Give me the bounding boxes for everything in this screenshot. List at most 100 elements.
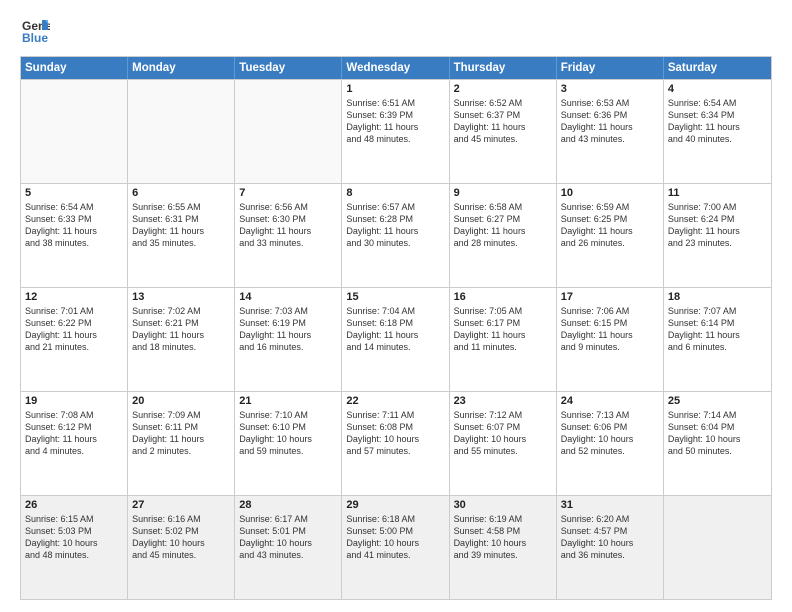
day-number: 22 [346,395,444,407]
cell-text: Sunrise: 6:56 AM Sunset: 6:30 PM Dayligh… [239,201,337,250]
calendar-cell: 14 Sunrise: 7:03 AM Sunset: 6:19 PM Dayli… [235,288,342,391]
calendar-row: 26Sunrise: 6:15 AM Sunset: 5:03 PM Dayli… [21,495,771,599]
calendar-row: 19 Sunrise: 7:08 AM Sunset: 6:12 PM Dayli… [21,391,771,495]
day-number: 19 [25,395,123,407]
day-number: 17 [561,291,659,303]
cell-text: Sunrise: 6:15 AM Sunset: 5:03 PM Dayligh… [25,513,123,562]
calendar-cell: 22Sunrise: 7:11 AM Sunset: 6:08 PM Dayli… [342,392,449,495]
calendar-cell: 23Sunrise: 7:12 AM Sunset: 6:07 PM Dayli… [450,392,557,495]
cell-text: Sunrise: 6:17 AM Sunset: 5:01 PM Dayligh… [239,513,337,562]
calendar-header: SundayMondayTuesdayWednesdayThursdayFrid… [21,57,771,79]
cell-text: Sunrise: 7:05 AM Sunset: 6:17 PM Dayligh… [454,305,552,354]
day-number: 4 [668,83,767,95]
calendar-cell: 25 Sunrise: 7:14 AM Sunset: 6:04 PM Dayli… [664,392,771,495]
calendar-cell: 27 Sunrise: 6:16 AM Sunset: 5:02 PM Dayli… [128,496,235,599]
day-number: 6 [132,187,230,199]
weekday-header: Saturday [664,57,771,79]
day-number: 8 [346,187,444,199]
cell-text: Sunrise: 7:00 AM Sunset: 6:24 PM Dayligh… [668,201,767,250]
day-number: 5 [25,187,123,199]
calendar-cell: 8 Sunrise: 6:57 AM Sunset: 6:28 PM Daylig… [342,184,449,287]
cell-text: Sunrise: 7:06 AM Sunset: 6:15 PM Dayligh… [561,305,659,354]
calendar: SundayMondayTuesdayWednesdayThursdayFrid… [20,56,772,600]
weekday-header: Sunday [21,57,128,79]
calendar-row: 5Sunrise: 6:54 AM Sunset: 6:33 PM Daylig… [21,183,771,287]
calendar-cell: 15 Sunrise: 7:04 AM Sunset: 6:18 PM Dayli… [342,288,449,391]
day-number: 27 [132,499,230,511]
day-number: 16 [454,291,552,303]
calendar-body: 1Sunrise: 6:51 AM Sunset: 6:39 PM Daylig… [21,79,771,599]
cell-text: Sunrise: 7:02 AM Sunset: 6:21 PM Dayligh… [132,305,230,354]
cell-text: Sunrise: 7:09 AM Sunset: 6:11 PM Dayligh… [132,409,230,458]
day-number: 1 [346,83,444,95]
calendar-cell: 17 Sunrise: 7:06 AM Sunset: 6:15 PM Dayli… [557,288,664,391]
cell-text: Sunrise: 7:04 AM Sunset: 6:18 PM Dayligh… [346,305,444,354]
day-number: 3 [561,83,659,95]
day-number: 14 [239,291,337,303]
cell-text: Sunrise: 7:07 AM Sunset: 6:14 PM Dayligh… [668,305,767,354]
cell-text: Sunrise: 7:14 AM Sunset: 6:04 PM Dayligh… [668,409,767,458]
calendar-cell: 18Sunrise: 7:07 AM Sunset: 6:14 PM Dayli… [664,288,771,391]
cell-text: Sunrise: 6:59 AM Sunset: 6:25 PM Dayligh… [561,201,659,250]
day-number: 25 [668,395,767,407]
day-number: 21 [239,395,337,407]
day-number: 24 [561,395,659,407]
calendar-cell: 1Sunrise: 6:51 AM Sunset: 6:39 PM Daylig… [342,80,449,183]
cell-text: Sunrise: 6:58 AM Sunset: 6:27 PM Dayligh… [454,201,552,250]
calendar-cell: 13 Sunrise: 7:02 AM Sunset: 6:21 PM Dayli… [128,288,235,391]
calendar-cell: 20 Sunrise: 7:09 AM Sunset: 6:11 PM Dayli… [128,392,235,495]
cell-text: Sunrise: 6:52 AM Sunset: 6:37 PM Dayligh… [454,97,552,146]
day-number: 20 [132,395,230,407]
cell-text: Sunrise: 6:57 AM Sunset: 6:28 PM Dayligh… [346,201,444,250]
day-number: 12 [25,291,123,303]
cell-text: Sunrise: 6:18 AM Sunset: 5:00 PM Dayligh… [346,513,444,562]
calendar-cell [21,80,128,183]
calendar-cell [664,496,771,599]
day-number: 30 [454,499,552,511]
calendar-cell: 3 Sunrise: 6:53 AM Sunset: 6:36 PM Daylig… [557,80,664,183]
calendar-cell: 24 Sunrise: 7:13 AM Sunset: 6:06 PM Dayli… [557,392,664,495]
calendar-cell: 7 Sunrise: 6:56 AM Sunset: 6:30 PM Daylig… [235,184,342,287]
day-number: 31 [561,499,659,511]
calendar-cell [235,80,342,183]
calendar-cell: 12 Sunrise: 7:01 AM Sunset: 6:22 PM Dayli… [21,288,128,391]
day-number: 13 [132,291,230,303]
calendar-cell: 30 Sunrise: 6:19 AM Sunset: 4:58 PM Dayli… [450,496,557,599]
cell-text: Sunrise: 7:13 AM Sunset: 6:06 PM Dayligh… [561,409,659,458]
cell-text: Sunrise: 6:20 AM Sunset: 4:57 PM Dayligh… [561,513,659,562]
logo-icon: General Blue [20,16,50,46]
cell-text: Sunrise: 6:16 AM Sunset: 5:02 PM Dayligh… [132,513,230,562]
cell-text: Sunrise: 7:03 AM Sunset: 6:19 PM Dayligh… [239,305,337,354]
calendar-cell: 16 Sunrise: 7:05 AM Sunset: 6:17 PM Dayli… [450,288,557,391]
header: General Blue [20,16,772,46]
calendar-cell: 19 Sunrise: 7:08 AM Sunset: 6:12 PM Dayli… [21,392,128,495]
day-number: 9 [454,187,552,199]
calendar-cell: 5Sunrise: 6:54 AM Sunset: 6:33 PM Daylig… [21,184,128,287]
page: General Blue SundayMondayTuesdayWednesda… [0,0,792,612]
cell-text: Sunrise: 7:10 AM Sunset: 6:10 PM Dayligh… [239,409,337,458]
cell-text: Sunrise: 7:08 AM Sunset: 6:12 PM Dayligh… [25,409,123,458]
weekday-header: Monday [128,57,235,79]
day-number: 29 [346,499,444,511]
cell-text: Sunrise: 6:55 AM Sunset: 6:31 PM Dayligh… [132,201,230,250]
calendar-cell: 2Sunrise: 6:52 AM Sunset: 6:37 PM Daylig… [450,80,557,183]
cell-text: Sunrise: 6:54 AM Sunset: 6:34 PM Dayligh… [668,97,767,146]
calendar-cell: 10Sunrise: 6:59 AM Sunset: 6:25 PM Dayli… [557,184,664,287]
calendar-cell: 6 Sunrise: 6:55 AM Sunset: 6:31 PM Daylig… [128,184,235,287]
calendar-cell: 21 Sunrise: 7:10 AM Sunset: 6:10 PM Dayli… [235,392,342,495]
day-number: 15 [346,291,444,303]
calendar-cell: 29 Sunrise: 6:18 AM Sunset: 5:00 PM Dayli… [342,496,449,599]
cell-text: Sunrise: 6:19 AM Sunset: 4:58 PM Dayligh… [454,513,552,562]
logo: General Blue [20,16,54,46]
cell-text: Sunrise: 7:01 AM Sunset: 6:22 PM Dayligh… [25,305,123,354]
day-number: 28 [239,499,337,511]
cell-text: Sunrise: 6:53 AM Sunset: 6:36 PM Dayligh… [561,97,659,146]
weekday-header: Wednesday [342,57,449,79]
day-number: 7 [239,187,337,199]
day-number: 11 [668,187,767,199]
calendar-cell: 9 Sunrise: 6:58 AM Sunset: 6:27 PM Daylig… [450,184,557,287]
svg-text:Blue: Blue [22,31,48,45]
weekday-header: Friday [557,57,664,79]
cell-text: Sunrise: 7:12 AM Sunset: 6:07 PM Dayligh… [454,409,552,458]
calendar-cell: 4 Sunrise: 6:54 AM Sunset: 6:34 PM Daylig… [664,80,771,183]
